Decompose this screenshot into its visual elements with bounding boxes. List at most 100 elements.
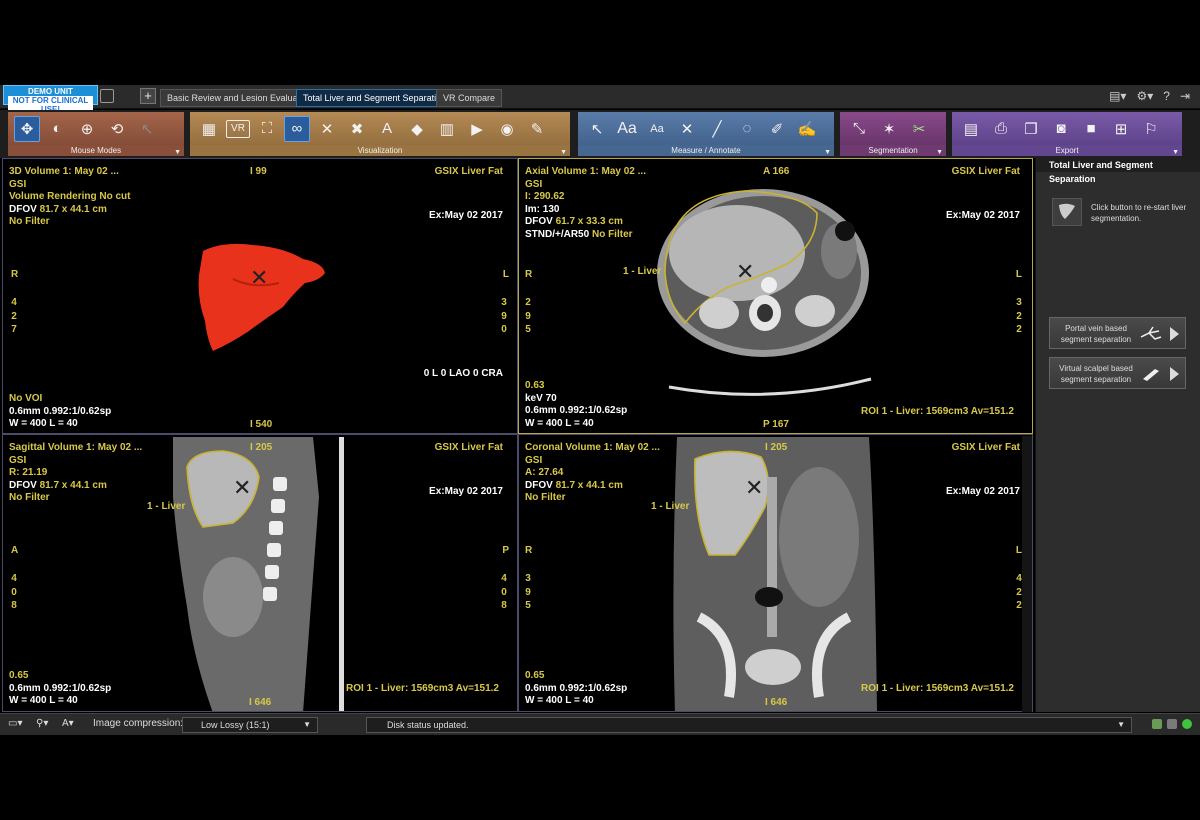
dfov-label: DFOV — [525, 479, 556, 491]
bottom-center-label: I 646 — [249, 697, 272, 708]
add-tab-button[interactable]: + — [140, 88, 156, 104]
vp3-info-bottomleft: 0.65 0.6mm 0.992:1/0.62sp W = 400 L = 40 — [9, 670, 111, 708]
play-icon — [1170, 327, 1179, 341]
report-icon[interactable]: ▤ — [958, 116, 984, 142]
tab-vr-compare[interactable]: VR Compare — [436, 89, 503, 107]
display-icon[interactable]: ▤▾ — [1109, 89, 1126, 103]
scale-right: 322 — [1016, 297, 1022, 335]
protocol-name: GSIX Liver Fat — [951, 166, 1020, 177]
viewport-3d-volume[interactable]: 3D Volume 1: May 02 ... GSI Volume Rende… — [2, 158, 518, 434]
viewport-axial[interactable]: ✕ 1 - Liver Axial Volume 1: May 02 ... G… — [518, 158, 1033, 434]
filter-icon[interactable]: ◉ — [494, 116, 520, 142]
text-small-icon[interactable]: Aa — [644, 116, 670, 142]
segmentation-label: Segmentation — [840, 145, 946, 156]
measure-annotate-group: ↖ Aa Aa ✕ ╱ ◌ ✐ ✍ Measure / Annotate ▼ — [578, 112, 834, 156]
save-icon[interactable]: ⊞ — [1108, 116, 1134, 142]
line-icon[interactable]: ╱ — [704, 116, 730, 142]
tools-icon[interactable]: ⚲▾ — [36, 718, 48, 729]
demo-unit-badge: DEMO UNIT NOT FOR CLINICAL USE! — [3, 85, 98, 114]
vr-icon[interactable]: VR — [226, 119, 250, 138]
ellipse-icon[interactable]: ◌ — [734, 116, 760, 142]
tab-total-liver[interactable]: Total Liver and Segment Separation — [296, 89, 454, 107]
status-message-box[interactable]: Disk status updated. ▼ — [366, 717, 1132, 733]
top-center-label: I 205 — [250, 442, 273, 453]
pen-icon[interactable]: ✐ — [764, 116, 790, 142]
vp2-info-bottomleft: 0.63 keV 70 0.6mm 0.992:1/0.62sp W = 400… — [525, 380, 627, 430]
pan-icon[interactable]: ✥ — [14, 115, 40, 142]
reference-icon[interactable]: ✖ — [344, 116, 370, 142]
viewport-sagittal[interactable]: ✕ 1 - Liver Sagittal Volume 1: May 02 ..… — [2, 434, 518, 712]
chevron-down-icon[interactable]: ▼ — [1172, 149, 1179, 156]
freehand-icon[interactable]: ✍ — [794, 116, 820, 142]
virtual-scalpel-label: Virtual scalpel based segment separation — [1059, 364, 1133, 384]
protocol-name: GSIX Liver Fat — [434, 166, 503, 177]
pointer-icon[interactable]: ↖ — [134, 116, 160, 142]
arrow-icon[interactable]: ↖ — [584, 116, 610, 142]
chevron-down-icon[interactable]: ▼ — [936, 149, 943, 156]
chevron-down-icon[interactable]: ▼ — [824, 149, 831, 156]
monitor-icon[interactable]: ▭▾ — [8, 718, 22, 729]
gear-icon[interactable]: ⚙▾ — [1136, 89, 1153, 103]
orient-right: L — [1015, 269, 1022, 280]
crosshair-marker: ✕ — [745, 475, 764, 500]
compression-select[interactable]: Low Lossy (15:1) ▼ — [182, 717, 318, 733]
crosshair-icon[interactable]: ✕ — [314, 116, 340, 142]
cube-icon[interactable]: ◆ — [404, 116, 430, 142]
filter-label: No Filter — [9, 492, 50, 503]
filter-label: No Filter — [525, 492, 566, 503]
top-center-label: I 205 — [765, 442, 788, 453]
zoom-icon[interactable]: ⊕ — [74, 116, 100, 142]
orient-right: L — [502, 269, 509, 280]
status-ok-icon — [1182, 719, 1192, 729]
visualization-label: Visualization — [190, 145, 570, 156]
orient-left: R — [525, 545, 533, 556]
annotation-icon[interactable]: A — [374, 116, 400, 142]
video-icon[interactable]: ■ — [1078, 116, 1104, 142]
rotate-icon[interactable]: ⟲ — [104, 116, 130, 142]
compression-label: Image compression: — [93, 718, 184, 729]
cross-icon[interactable]: ✕ — [674, 116, 700, 142]
portal-vein-label: Portal vein based segment separation — [1060, 324, 1132, 344]
roi-stats: ROI 1 - Liver: 1569cm3 Av=151.2 — [346, 683, 499, 694]
virtual-scalpel-button[interactable]: Virtual scalpel based segment separation — [1049, 357, 1186, 389]
font-icon[interactable]: A▾ — [62, 718, 74, 729]
volume-icon[interactable]: ▥ — [434, 116, 460, 142]
print-icon[interactable]: ⎙ — [988, 116, 1014, 142]
scale-left: 408 — [11, 573, 17, 611]
spline-icon[interactable]: ⤡ — [846, 116, 872, 142]
viewport-coronal[interactable]: ✕ 1 - Liver Coronal Volume 1: May 02 ...… — [518, 434, 1033, 712]
slice-position: A: 27.64 — [525, 467, 564, 478]
chevron-down-icon: ▼ — [303, 720, 311, 729]
filter-label: No Filter — [9, 216, 50, 227]
portal-vein-separation-button[interactable]: Portal vein based segment separation — [1049, 317, 1186, 349]
orient-left: R — [525, 269, 533, 280]
magic-wand-icon[interactable]: ✶ — [876, 116, 902, 142]
dfov-value: 81.7 x 44.1 cm — [555, 479, 623, 491]
series-title: Axial Volume 1: May 02 ... — [525, 166, 646, 177]
help-icon[interactable]: ? — [1163, 89, 1170, 103]
vp1-info-bottomleft: No VOI 0.6mm 0.992:1/0.62sp W = 400 L = … — [9, 393, 111, 431]
demo-unit-label: DEMO UNIT — [28, 87, 73, 96]
paint-icon[interactable]: ✎ — [524, 116, 550, 142]
cine-icon[interactable]: ▶ — [464, 116, 490, 142]
link-icon[interactable]: ∞ — [284, 115, 310, 142]
scissors-icon[interactable]: ✂ — [906, 116, 932, 142]
fullscreen-icon[interactable]: ⛶ — [254, 116, 280, 142]
chevron-down-icon[interactable]: ▼ — [560, 149, 567, 156]
liver-segmentation-button[interactable] — [1052, 198, 1082, 226]
layout-icon[interactable]: ▦ — [196, 116, 222, 142]
segmentation-group: ⤡ ✶ ✂ Segmentation ▼ — [840, 112, 946, 156]
text-icon[interactable]: Aa — [614, 116, 640, 142]
user-icon[interactable] — [100, 89, 114, 103]
kev-value: keV 70 — [525, 392, 557, 404]
chevron-down-icon[interactable]: ▼ — [174, 149, 181, 156]
crosshair-marker: ✕ — [250, 265, 269, 290]
bottom-center-label: I 646 — [765, 697, 788, 708]
viewport-scrollbar[interactable] — [1022, 436, 1032, 712]
run-icon[interactable]: ⚐ — [1138, 116, 1164, 142]
main-toolbar: ✥ ◐ ⊕ ⟲ ↖ Mouse Modes ▼ ▦ VR ⛶ ∞ ✕ ✖ A ◆… — [0, 110, 1200, 158]
brightness-icon[interactable]: ◐ — [44, 116, 70, 142]
camera-icon[interactable]: ◙ — [1048, 116, 1074, 142]
exit-icon[interactable]: ⇥ — [1180, 89, 1190, 103]
copy-icon[interactable]: ❐ — [1018, 116, 1044, 142]
